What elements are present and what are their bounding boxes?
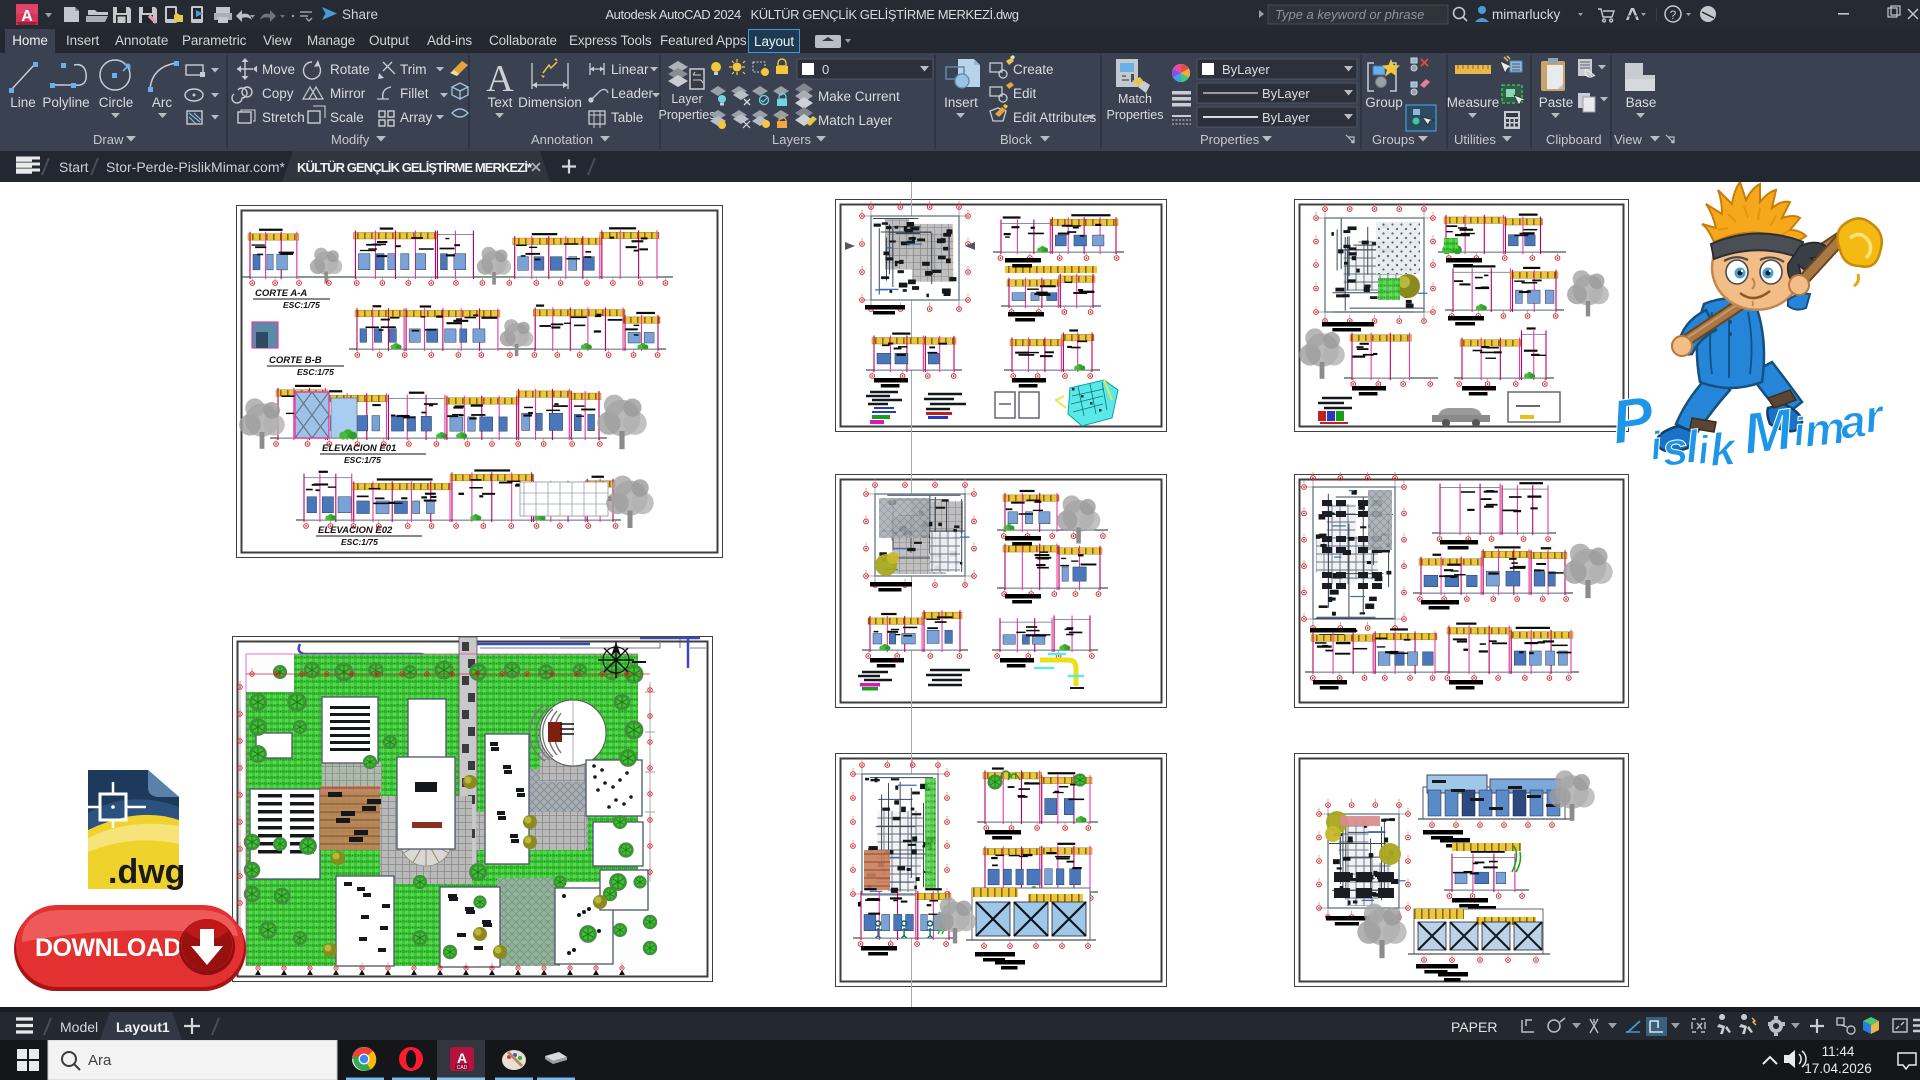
svg-text:Leader: Leader [611,86,654,101]
svg-text:Fillet: Fillet [400,86,429,101]
svg-text:?: ? [1670,8,1677,22]
svg-text:Move: Move [262,62,295,77]
svg-text:Draw: Draw [93,132,124,147]
svg-text:Table: Table [611,110,643,125]
svg-text:0: 0 [822,62,829,77]
svg-text:Edit: Edit [1013,86,1037,101]
svg-text:Text: Text [488,95,513,110]
svg-text:ESC:1/75: ESC:1/75 [297,367,334,377]
svg-text:Share: Share [342,7,378,22]
svg-text:Stretch: Stretch [262,110,305,125]
svg-text:Mirror: Mirror [330,86,366,101]
svg-text:Edit Attributes: Edit Attributes [1013,110,1097,125]
svg-text:ESC:1/75: ESC:1/75 [344,455,381,465]
svg-text:Autodesk AutoCAD 2024 KÜLTÜR: Autodesk AutoCAD 2024 KÜLTÜR GENÇLİK GEL… [605,7,1018,22]
svg-text:Utilities: Utilities [1454,132,1496,147]
svg-text:Paste: Paste [1539,95,1574,110]
svg-text:Polyline: Polyline [42,95,89,110]
svg-text:CORTE B-B: CORTE B-B [269,355,322,366]
svg-text:Groups: Groups [1372,132,1415,147]
svg-text:Measure: Measure [1447,95,1500,110]
svg-text:Layer: Layer [671,92,702,106]
svg-text:A: A [21,8,33,25]
svg-text:View: View [1614,132,1643,147]
svg-text:A: A [457,1050,467,1066]
svg-text:ByLayer: ByLayer [1222,62,1270,77]
svg-text:CORTE A-A: CORTE A-A [255,288,307,299]
svg-text:Stor-Perde-PislikMimar.com*: Stor-Perde-PislikMimar.com* [106,159,285,175]
svg-text:Linear: Linear [611,62,649,77]
svg-text:ByLayer: ByLayer [1262,86,1310,101]
svg-text:17.04.2026: 17.04.2026 [1804,1061,1872,1076]
svg-text:Array: Array [400,110,433,125]
svg-text:Group: Group [1365,95,1403,110]
svg-text:Make Current: Make Current [818,89,900,104]
svg-text:Properties: Properties [1200,132,1260,147]
svg-text:Model: Model [60,1019,98,1035]
svg-text:Modify: Modify [331,132,370,147]
svg-text:Match Layer: Match Layer [818,113,893,128]
svg-text:ESC:1/75: ESC:1/75 [283,300,320,310]
svg-text:Properties: Properties [1107,108,1164,122]
svg-text:Annotation: Annotation [531,132,593,147]
svg-text:Base: Base [1626,95,1657,110]
svg-text:Clipboard: Clipboard [1546,132,1602,147]
svg-text:.dwg: .dwg [108,853,185,891]
svg-text:Insert: Insert [944,95,978,110]
svg-text:Rotate: Rotate [330,62,370,77]
svg-text:Copy: Copy [262,86,294,101]
svg-text:Circle: Circle [99,95,134,110]
svg-text:PAPER: PAPER [1451,1019,1497,1035]
svg-text:Layers: Layers [772,132,812,147]
svg-text:CAD: CAD [457,1065,468,1071]
svg-text:Layout1: Layout1 [116,1019,170,1035]
svg-text:Ara: Ara [88,1052,112,1069]
svg-text:Start: Start [59,159,89,175]
svg-text:k: k [1708,422,1740,476]
svg-text:Properties: Properties [659,108,716,122]
svg-text:KÜLTÜR GENÇLİK GELİŞTİRME MERK: KÜLTÜR GENÇLİK GELİŞTİRME MERKEZİ* [297,160,533,175]
svg-text:Scale: Scale [330,110,364,125]
svg-text:Trim: Trim [400,62,427,77]
svg-text:Dimension: Dimension [518,95,582,110]
svg-text:M: M [1740,396,1798,467]
svg-text:Line: Line [10,95,36,110]
svg-text:Match: Match [1118,92,1152,106]
svg-text:A: A [486,58,514,100]
svg-text:mimarlucky: mimarlucky [1492,7,1561,22]
svg-text:11:44: 11:44 [1822,1044,1855,1059]
svg-text:ByLayer: ByLayer [1262,110,1310,125]
svg-text:ELEVACION E01: ELEVACION E01 [322,443,396,454]
svg-text:ESC:1/75: ESC:1/75 [341,537,378,547]
svg-text:Create: Create [1013,62,1054,77]
svg-text:DOWNLOAD: DOWNLOAD [35,934,181,962]
svg-text:Type a keyword or phrase: Type a keyword or phrase [1275,7,1424,22]
svg-text:Block: Block [1000,132,1032,147]
svg-text:ELEVACION E02: ELEVACION E02 [318,525,393,536]
svg-text:Arc: Arc [152,95,173,110]
